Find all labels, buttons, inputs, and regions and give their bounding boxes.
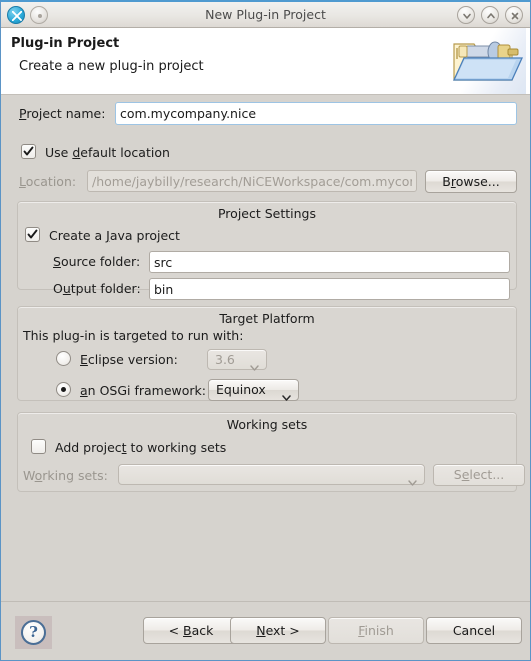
create-java-project-checkbox[interactable] bbox=[25, 227, 40, 246]
location-input[interactable] bbox=[87, 170, 417, 192]
back-button[interactable]: < Back bbox=[143, 617, 239, 644]
checkbox-box bbox=[31, 439, 46, 454]
close-icon[interactable] bbox=[505, 6, 523, 24]
radio-circle bbox=[56, 351, 71, 366]
add-project-to-working-sets-label: Add project to working sets bbox=[55, 440, 227, 455]
help-button[interactable]: ? bbox=[15, 616, 52, 649]
create-java-project-label: Create a Java project bbox=[49, 228, 180, 243]
plugin-folder-icon bbox=[442, 28, 526, 94]
add-project-to-working-sets-checkbox[interactable] bbox=[31, 439, 46, 458]
osgi-framework-value: Equinox bbox=[216, 382, 266, 397]
project-name-input[interactable] bbox=[115, 102, 517, 125]
target-platform-title: Target Platform bbox=[219, 311, 315, 326]
window-title: New Plug-in Project bbox=[205, 7, 326, 22]
window-controls bbox=[457, 6, 523, 24]
eclipse-version-combo[interactable]: 3.6 bbox=[207, 349, 267, 371]
eclipse-version-value: 3.6 bbox=[215, 352, 235, 367]
osgi-framework-label: an OSGi framework: bbox=[80, 383, 207, 398]
wizard-content: Project name: Use default location Locat… bbox=[1, 95, 530, 601]
checkbox-box bbox=[25, 227, 40, 242]
output-folder-input[interactable] bbox=[149, 278, 510, 300]
working-sets-title: Working sets bbox=[226, 417, 308, 432]
question-mark-icon: ? bbox=[21, 620, 46, 645]
dialog-window: New Plug-in Project Plug-in Project Crea… bbox=[0, 0, 531, 661]
chevron-down-icon bbox=[250, 357, 259, 376]
working-sets-group: Working sets Add project to working sets… bbox=[17, 412, 525, 492]
cancel-button[interactable]: Cancel bbox=[426, 617, 522, 644]
chevron-down-icon bbox=[282, 387, 291, 407]
use-default-location-label: Use default location bbox=[45, 145, 170, 160]
title-bar: New Plug-in Project bbox=[1, 2, 530, 28]
select-working-sets-button[interactable]: Select... bbox=[433, 464, 525, 486]
chevron-down-icon bbox=[408, 472, 417, 491]
dialog-button-bar: ? < Back Next > Finish Cancel bbox=[1, 601, 530, 660]
wizard-header: Plug-in Project Create a new plug-in pro… bbox=[1, 28, 530, 95]
eclipse-version-radio[interactable] bbox=[56, 351, 71, 370]
checkbox-box bbox=[21, 144, 36, 159]
eclipse-version-label: Eclipse version: bbox=[80, 352, 178, 367]
working-sets-combo[interactable] bbox=[118, 464, 425, 486]
next-button[interactable]: Next > bbox=[230, 617, 326, 644]
source-folder-label: Source folder: bbox=[53, 254, 141, 269]
project-name-label: Project name: bbox=[19, 106, 106, 121]
use-default-location-checkbox[interactable] bbox=[21, 144, 36, 163]
target-platform-intro: This plug-in is targeted to run with: bbox=[23, 328, 244, 343]
project-settings-group: Project Settings Create a Java project S… bbox=[17, 201, 517, 300]
location-label: Location: bbox=[19, 174, 77, 189]
page-subtitle: Create a new plug-in project bbox=[19, 59, 204, 74]
project-settings-title: Project Settings bbox=[217, 206, 316, 221]
osgi-framework-combo[interactable]: Equinox bbox=[208, 379, 299, 401]
osgi-framework-radio[interactable] bbox=[56, 382, 71, 401]
browse-button[interactable]: Browse... bbox=[425, 170, 517, 193]
maximize-icon[interactable] bbox=[481, 6, 499, 24]
target-platform-group: Target Platform This plug-in is targeted… bbox=[17, 306, 517, 401]
finish-button[interactable]: Finish bbox=[328, 617, 424, 644]
source-folder-input[interactable] bbox=[149, 251, 510, 273]
minimize-icon[interactable] bbox=[457, 6, 475, 24]
output-folder-label: Output folder: bbox=[53, 281, 141, 296]
working-sets-label: Working sets: bbox=[23, 468, 108, 483]
page-title: Plug-in Project bbox=[11, 36, 120, 51]
radio-circle bbox=[56, 382, 71, 397]
